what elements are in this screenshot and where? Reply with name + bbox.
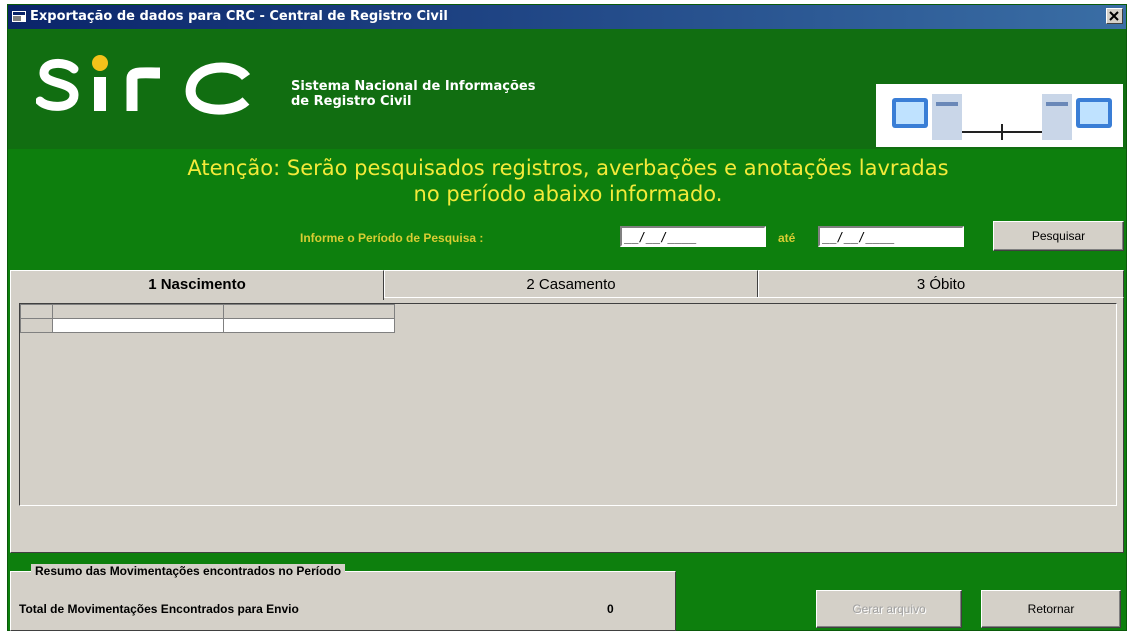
- tab-strip: 1 Nascimento 2 Casamento 3 Óbito: [10, 270, 1124, 300]
- summary-total-label: Total de Movimentações Encontrados para …: [19, 602, 299, 616]
- grid-cell[interactable]: [223, 318, 395, 333]
- grid-corner-cell: [20, 304, 53, 319]
- close-icon: [1109, 11, 1119, 21]
- end-date-input[interactable]: __/__/____: [818, 226, 964, 247]
- tab-casamento[interactable]: 2 Casamento: [384, 270, 758, 298]
- grid-header-row: [20, 304, 395, 319]
- grid-cell[interactable]: [52, 318, 224, 333]
- title-bar[interactable]: Exportação de dados para CRC - Central d…: [8, 5, 1126, 29]
- table-row[interactable]: [20, 318, 395, 333]
- export-window: Exportação de dados para CRC - Central d…: [7, 4, 1127, 631]
- records-grid[interactable]: [19, 303, 1117, 506]
- header-banner: Sistema Nacional de Informações de Regis…: [8, 29, 1126, 149]
- computers-network-icon: [876, 84, 1123, 147]
- summary-total-value: 0: [607, 602, 614, 616]
- app-icon: [12, 11, 26, 22]
- sirc-logo: [36, 55, 251, 115]
- records-table: [20, 304, 395, 333]
- tab-nascimento[interactable]: 1 Nascimento: [10, 270, 384, 300]
- grid-header-cell[interactable]: [52, 304, 224, 319]
- summary-group: Resumo das Movimentações encontrados no …: [10, 564, 676, 631]
- window-title: Exportação de dados para CRC - Central d…: [30, 9, 448, 24]
- tab-obito[interactable]: 3 Óbito: [758, 270, 1124, 298]
- close-button[interactable]: [1106, 8, 1123, 24]
- tab-panel: [10, 297, 1124, 553]
- logo-subtitle: Sistema Nacional de Informações de Regis…: [291, 79, 536, 109]
- row-selector-cell[interactable]: [20, 318, 53, 333]
- period-label: Informe o Período de Pesquisa :: [300, 231, 484, 245]
- return-button[interactable]: Retornar: [981, 590, 1121, 628]
- ate-label: até: [778, 231, 796, 245]
- summary-title: Resumo das Movimentações encontrados no …: [31, 564, 346, 578]
- start-date-input[interactable]: __/__/____: [620, 226, 766, 247]
- search-button[interactable]: Pesquisar: [993, 221, 1124, 251]
- grid-header-cell[interactable]: [223, 304, 395, 319]
- search-notice: Atenção: Serão pesquisados registros, av…: [187, 156, 949, 206]
- generate-file-button[interactable]: Gerar arquivo: [816, 590, 962, 628]
